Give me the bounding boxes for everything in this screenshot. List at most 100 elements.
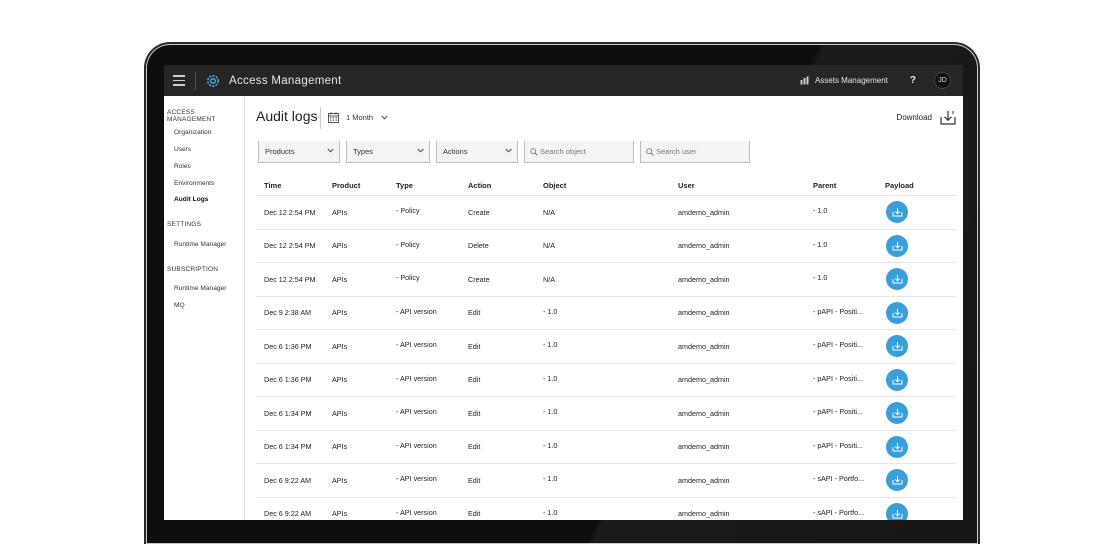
cell-type: - Policy	[396, 239, 420, 249]
audit-log-table: Time Product Type Action Object User Par…	[256, 176, 956, 520]
payload-download-button[interactable]	[886, 469, 908, 492]
chevron-down-icon	[327, 148, 334, 153]
payload-download-button[interactable]	[886, 201, 908, 224]
cell-time: Dec 6 1:34 PM	[264, 408, 312, 418]
search-user-field[interactable]	[640, 141, 750, 163]
payload-download-icon	[892, 342, 902, 351]
sidebar-item-audit-logs[interactable]: Audit Logs	[164, 196, 208, 203]
types-filter[interactable]: Types	[346, 141, 430, 163]
cell-parent: - sAPI - Portfo...	[813, 474, 865, 484]
cell-time: Dec 6 1:34 PM	[264, 442, 312, 452]
payload-download-button[interactable]	[886, 335, 908, 358]
payload-download-icon	[892, 275, 902, 284]
cell-product: APIs	[332, 308, 348, 318]
cell-parent: - pAPI - Positi...	[813, 407, 863, 417]
cell-time: Dec 9 2:38 AM	[264, 308, 312, 318]
cell-user: amdemo_admin	[678, 509, 730, 519]
header-parent[interactable]: Parent	[813, 181, 885, 190]
sidebar-item-environments[interactable]: Environments	[164, 180, 214, 187]
download-button[interactable]: Download	[896, 110, 956, 125]
cell-action: Edit	[468, 375, 481, 385]
table-row[interactable]: Dec 6 1:34 PM APIs - API version Edit - 1.0 a…	[256, 431, 956, 464]
cell-object: - 1.0	[543, 306, 558, 316]
payload-download-icon	[892, 241, 902, 251]
header-type[interactable]: Type	[396, 181, 468, 190]
table-row[interactable]: Dec 6 1:34 PM APIs - API version Edit - 1.0 a…	[256, 397, 956, 431]
header-object[interactable]: Object	[543, 181, 678, 190]
table-row[interactable]: Dec 12 2:54 PM APIs - Policy Create N/A amdem…	[256, 263, 956, 297]
payload-download-icon	[892, 509, 902, 519]
cell-type: - API version	[396, 407, 437, 417]
cell-object: - 1.0	[543, 340, 558, 350]
search-object-field[interactable]	[524, 141, 634, 163]
app-title: Access Management	[229, 74, 342, 87]
assets-management-link[interactable]: Assets Management	[800, 76, 888, 85]
sidebar-item-mq[interactable]: MQ	[164, 302, 185, 309]
payload-download-button[interactable]	[886, 402, 908, 425]
cell-payload	[885, 435, 925, 458]
payload-download-button[interactable]	[886, 435, 908, 458]
sidebar-item-users[interactable]: Users	[164, 146, 191, 153]
chevron-down-icon	[417, 148, 424, 153]
header-time[interactable]: Time	[256, 181, 332, 190]
table-row[interactable]: Dec 6 9:22 AM APIs - API version Edit - 1.0 a…	[256, 498, 956, 520]
search-icon	[530, 147, 538, 156]
cell-payload	[885, 368, 925, 391]
avatar[interactable]: JD	[934, 72, 951, 89]
cell-user: amdemo_admin	[678, 375, 730, 385]
cell-product: APIs	[332, 207, 348, 217]
date-range-select[interactable]: 1 Month	[328, 112, 388, 123]
sidebar-item-organization[interactable]: Organization	[164, 129, 211, 136]
table-row[interactable]: Dec 9 2:38 AM APIs - API version Edit - 1.0 a…	[256, 297, 956, 330]
cell-action: Edit	[468, 442, 481, 452]
cell-parent: - 1.0	[813, 273, 828, 283]
cell-action: Edit	[468, 509, 481, 519]
sidebar-item-runtime-manager-subscription[interactable]: Runtime Manager	[164, 285, 226, 292]
cell-payload	[885, 201, 925, 224]
cell-user: amdemo_admin	[678, 241, 730, 251]
actions-filter[interactable]: Actions	[436, 141, 518, 163]
header-user[interactable]: User	[678, 181, 813, 190]
table-row[interactable]: Dec 6 9:22 AM APIs - API version Edit - 1.0 a…	[256, 464, 956, 498]
cell-payload	[885, 402, 925, 425]
header-product[interactable]: Product	[332, 181, 396, 190]
sidebar-heading-settings: SETTINGS	[167, 221, 202, 228]
topbar-divider	[195, 71, 196, 90]
sidebar-item-roles[interactable]: Roles	[164, 163, 191, 170]
cell-time: Dec 6 1:36 PM	[264, 375, 312, 385]
table-row[interactable]: Dec 12 2:54 PM APIs - Policy Delete N/A amdem…	[256, 230, 956, 263]
types-filter-label: Types	[353, 147, 374, 156]
menu-icon[interactable]	[164, 65, 194, 96]
cell-action: Edit	[468, 475, 481, 485]
assets-management-label: Assets Management	[814, 76, 888, 85]
table-row[interactable]: Dec 12 2:54 PM APIs - Policy Create N/A amdem…	[256, 196, 956, 230]
actions-filter-label: Actions	[443, 147, 468, 156]
payload-download-icon	[892, 409, 902, 418]
cell-action: Edit	[468, 308, 481, 318]
payload-download-button[interactable]	[886, 301, 908, 324]
products-filter[interactable]: Products	[258, 141, 340, 163]
cell-parent: - pAPI - Positi...	[813, 373, 863, 383]
header-action[interactable]: Action	[468, 181, 543, 190]
cell-payload	[885, 469, 925, 492]
cell-parent: - 1.0	[813, 206, 828, 216]
table-row[interactable]: Dec 6 1:36 PM APIs - API version Edit - 1.0 a…	[256, 364, 956, 397]
cell-user: amdemo_admin	[678, 442, 730, 452]
cell-product: APIs	[332, 509, 348, 519]
payload-download-button[interactable]	[886, 268, 908, 291]
help-button[interactable]: ?	[910, 75, 916, 86]
cell-product: APIs	[332, 442, 348, 452]
sidebar-item-runtime-manager-settings[interactable]: Runtime Manager	[164, 241, 226, 248]
payload-download-button[interactable]	[886, 234, 908, 257]
cell-product: APIs	[332, 241, 348, 251]
payload-download-icon	[892, 208, 902, 217]
top-bar: Access Management Assets Management ? JD	[164, 65, 963, 96]
table-row[interactable]: Dec 6 1:36 PM APIs - API version Edit - 1.0 a…	[256, 330, 956, 364]
assets-icon	[800, 76, 809, 85]
cell-parent: - pAPI - Positi...	[813, 440, 863, 450]
search-icon	[646, 147, 654, 156]
search-object-input[interactable]	[540, 147, 630, 156]
payload-download-button[interactable]	[886, 368, 908, 391]
search-user-input[interactable]	[656, 147, 746, 156]
payload-download-button[interactable]	[886, 502, 908, 520]
